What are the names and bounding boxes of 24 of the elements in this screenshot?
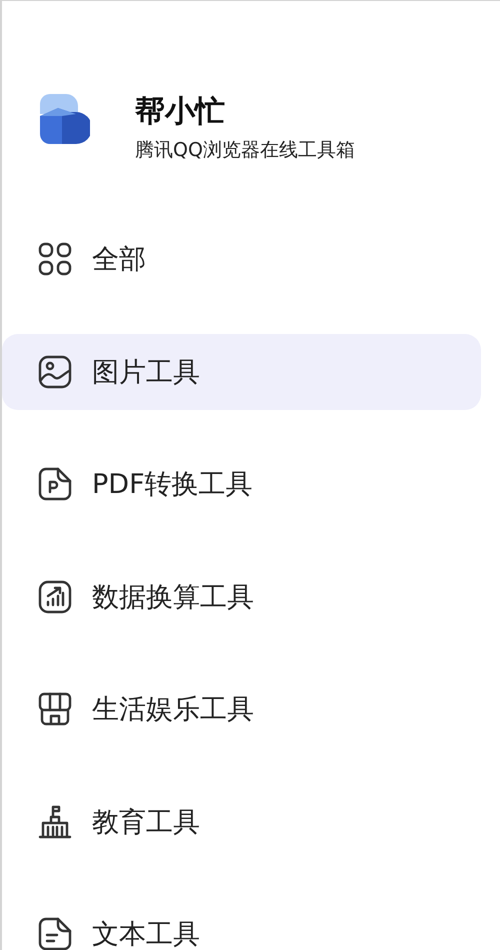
menu-item[interactable]: 图片工具: [2, 334, 481, 410]
logo-icon: [40, 94, 90, 144]
menu-label: 数据换算工具: [92, 580, 254, 614]
menu-label: 全部: [92, 243, 146, 277]
menu-label: 文本工具: [92, 918, 200, 950]
menu-label: PDF转换工具: [92, 468, 253, 502]
menu-item[interactable]: 数据换算工具: [2, 558, 481, 634]
menu-item[interactable]: 教育工具: [2, 784, 481, 860]
image-icon: [38, 354, 72, 388]
menu-label: 生活娱乐工具: [92, 693, 254, 727]
menu-item[interactable]: PDF转换工具: [2, 446, 481, 522]
app-title: 帮小忙: [135, 94, 226, 130]
chart-icon: [38, 580, 72, 614]
store-icon: [38, 692, 72, 726]
menu-item[interactable]: 文本工具: [2, 896, 481, 950]
app-subtitle: 腾讯QQ浏览器在线工具箱: [135, 138, 355, 162]
grid-icon: [38, 242, 72, 276]
menu-label: 图片工具: [92, 356, 200, 390]
document-icon: [38, 917, 72, 950]
pdf-file-icon: [38, 467, 72, 501]
menu-item[interactable]: 生活娱乐工具: [2, 671, 481, 747]
school-icon: [38, 804, 72, 838]
menu-item[interactable]: 全部: [2, 221, 481, 297]
menu-label: 教育工具: [92, 806, 200, 840]
